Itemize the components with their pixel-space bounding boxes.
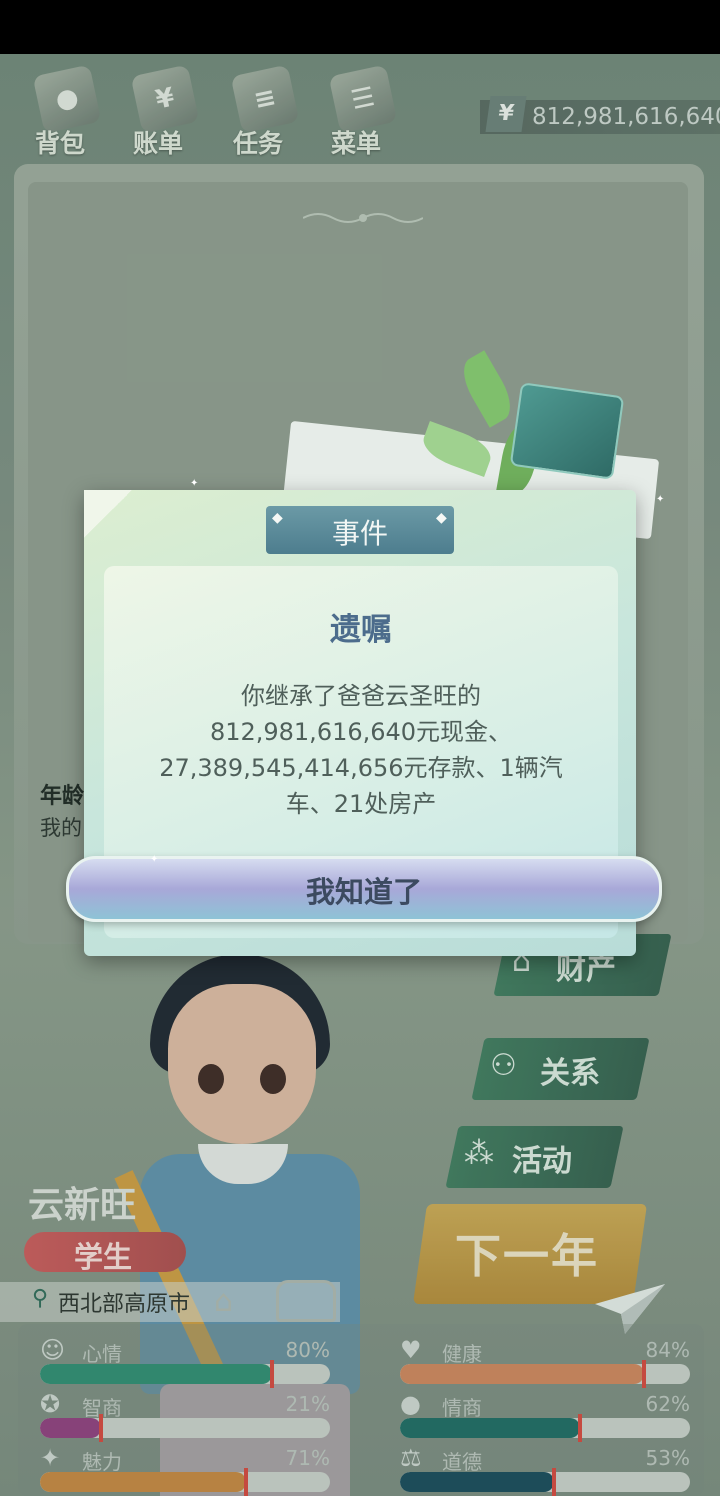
card-decoration [509,382,625,480]
dialog-body: 你继承了爸爸云圣旺的 812,981,616,640元现金、 27,389,54… [130,678,592,822]
dialog-body-line: 27,389,545,414,656元存款、1辆汽 [159,754,563,782]
sparkle-decoration: ✦ [150,854,159,865]
game-screen: ● 背包 ¥ 账单 ≡ 任务 ☰ 菜单 ¥ 812,981,616,640 年龄… [0,54,720,1496]
sparkle-decoration: ✦ [656,494,665,505]
page-curl-decoration [84,490,132,538]
dialog-title: 遗嘱 [330,612,392,648]
sparkle-decoration: ✦ [190,478,199,489]
acknowledge-button-label: 我知道了 [305,875,422,909]
dialog-body-line: 车、21处房产 [285,790,437,818]
dialog-body-line: 812,981,616,640元现金、 [209,718,513,746]
dialog-header-label: 事件 [331,517,388,550]
dialog-body-line: 你继承了爸爸云圣旺的 [241,682,481,710]
